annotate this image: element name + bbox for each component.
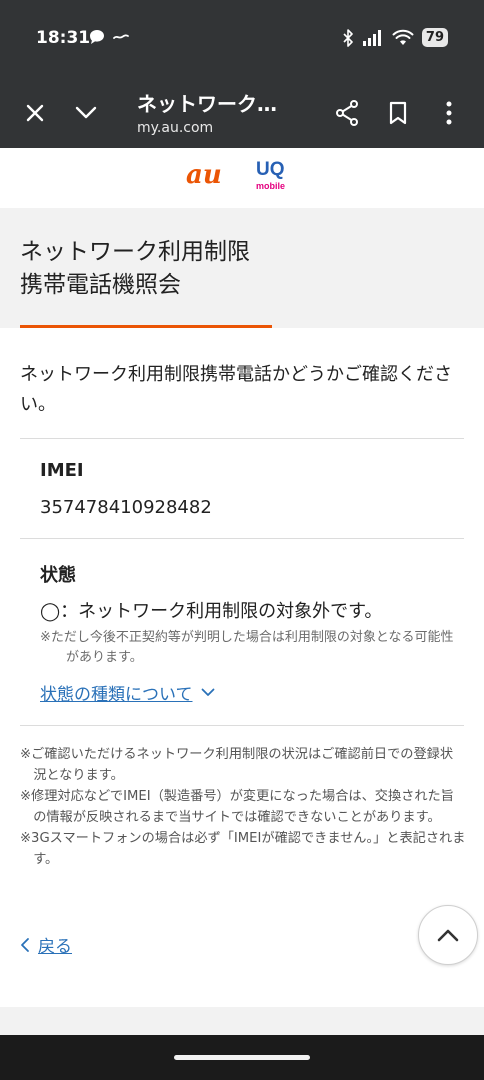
signal-icon xyxy=(362,29,381,46)
home-indicator[interactable] xyxy=(174,1055,310,1060)
status-value: ◯：ネットワーク利用制限の対象外です。 xyxy=(40,601,383,622)
note-item: ※3Gスマートフォンの場合は必ず「IMEIが確認できません。」と表記されます。 xyxy=(20,831,466,867)
note-item: ※修理対応などでIMEI（製造番号）が変更になった場合は、交換された旨の情報が反… xyxy=(20,789,454,825)
scroll-to-top-button[interactable] xyxy=(418,905,478,965)
bluetooth-icon xyxy=(343,28,353,47)
page-title-line2: 携帯電話機照会 xyxy=(20,272,181,298)
divider xyxy=(20,725,464,726)
browser-toolbar: ネットワーク… my.au.com xyxy=(0,78,484,148)
intro-text: ネットワーク利用制限携帯電話かどうかご確認ください。 xyxy=(20,364,452,415)
imei-label: IMEI xyxy=(40,460,84,481)
share-button[interactable] xyxy=(330,96,364,130)
brand-logo-strip: au UQ mobile xyxy=(0,148,484,208)
browser-page-title: ネットワーク… xyxy=(137,92,277,116)
back-link-label: 戻る xyxy=(38,937,72,957)
bookmark-icon xyxy=(389,101,407,125)
status-left-icons xyxy=(88,28,130,46)
notes-list: ※ご確認いただけるネットワーク利用制限の状況はご確認前日での登録状況となります。… xyxy=(20,744,466,870)
close-tab-button[interactable] xyxy=(18,96,52,130)
page-title-line1: ネットワーク利用制限 xyxy=(20,239,250,265)
bookmark-button[interactable] xyxy=(381,96,415,130)
collapse-button[interactable] xyxy=(69,96,103,130)
status-label: 状態 xyxy=(40,565,76,586)
au-logo[interactable]: au xyxy=(186,160,222,190)
browser-url[interactable]: my.au.com xyxy=(137,120,213,136)
more-options-button[interactable] xyxy=(432,96,466,130)
imei-value: 357478410928482 xyxy=(40,497,212,518)
tilde-icon xyxy=(113,34,129,39)
status-note: ※ただし今後不正契約等が判明した場合は利用制限の対象となる可能性があります。 xyxy=(40,630,454,665)
uq-logo[interactable]: UQ xyxy=(256,160,285,180)
more-vertical-icon xyxy=(446,101,452,125)
divider xyxy=(20,538,464,539)
chat-bubble-icon xyxy=(90,30,104,44)
wifi-icon xyxy=(392,29,414,45)
back-link[interactable]: 戻る xyxy=(20,932,72,957)
status-bar: 18:31 79 xyxy=(0,0,484,78)
status-types-link-label: 状態の種類について xyxy=(40,685,193,705)
status-right-icons: 79 xyxy=(342,28,448,47)
status-types-link[interactable]: 状態の種類について xyxy=(40,680,215,705)
page-title: ネットワーク利用制限 携帯電話機照会 xyxy=(20,236,250,302)
battery-indicator: 79 xyxy=(421,28,448,47)
chevron-down-icon xyxy=(201,688,214,696)
chevron-left-icon xyxy=(21,937,29,952)
note-item: ※ご確認いただけるネットワーク利用制限の状況はご確認前日での登録状況となります。 xyxy=(20,747,454,783)
footer-area xyxy=(0,1007,484,1035)
close-icon xyxy=(26,104,44,122)
uq-logo-subtext: mobile xyxy=(256,181,286,191)
title-underline xyxy=(20,325,272,328)
chevron-up-icon xyxy=(437,929,459,942)
chevron-down-icon xyxy=(75,106,97,119)
status-time: 18:31 xyxy=(36,28,91,48)
share-icon xyxy=(336,100,358,126)
divider xyxy=(20,438,464,439)
title-band: ネットワーク利用制限 携帯電話機照会 xyxy=(0,208,484,328)
